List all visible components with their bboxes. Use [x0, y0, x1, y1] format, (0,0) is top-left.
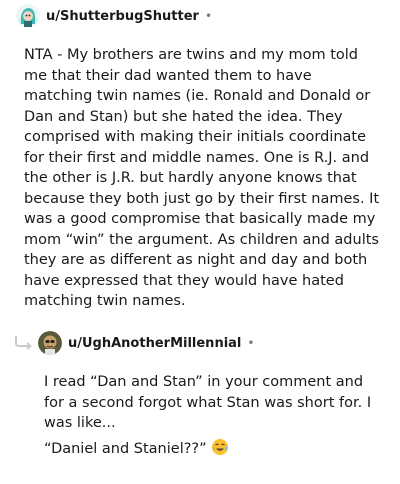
- comment-body: I read “Dan and Stan” in your comment an…: [44, 372, 384, 466]
- crying-laughing-emoji-icon: [211, 438, 229, 463]
- comment-header: u/UghAnotherMillennial •: [38, 331, 254, 355]
- user-avatar[interactable]: [38, 331, 62, 355]
- user-avatar[interactable]: [16, 4, 40, 28]
- separator-dot: •: [204, 9, 213, 23]
- username[interactable]: u/ShutterbugShutter: [46, 9, 199, 24]
- comment-paragraph-text: “Daniel and Staniel??”: [44, 440, 207, 457]
- comment-paragraph: “Daniel and Staniel??”: [44, 438, 384, 463]
- comment-paragraph: I read “Dan and Stan” in your comment an…: [44, 374, 372, 431]
- username[interactable]: u/UghAnotherMillennial: [68, 336, 241, 351]
- comment-body: NTA - My brothers are twins and my mom t…: [24, 47, 380, 309]
- reply-thread-icon: [15, 336, 33, 350]
- separator-dot: •: [247, 336, 255, 350]
- comment-header: u/ShutterbugShutter •: [16, 4, 212, 28]
